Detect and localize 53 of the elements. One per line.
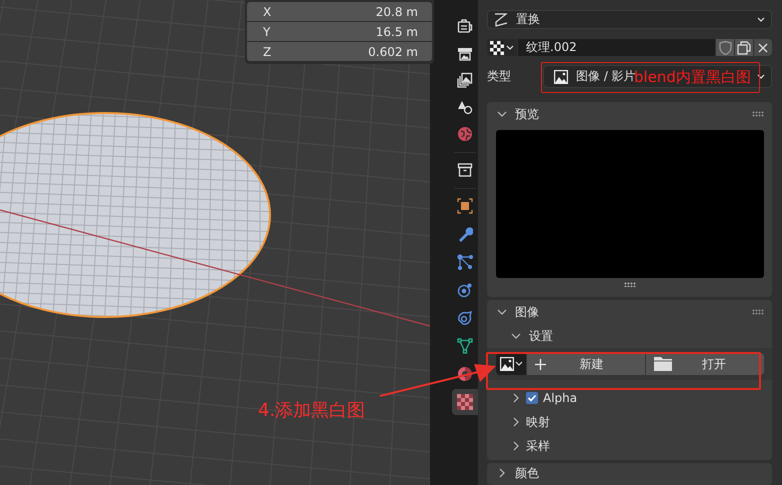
unlink-button[interactable] [754, 39, 772, 56]
image-icon [554, 70, 568, 84]
type-label: 类型 [487, 68, 512, 85]
displace-icon [494, 12, 508, 26]
triangle-mesh-icon [457, 338, 473, 354]
object-icon [457, 198, 473, 214]
printer-icon [457, 45, 473, 61]
checkbox[interactable] [526, 392, 538, 404]
globe-icon [457, 126, 473, 142]
transform-field[interactable]: X 20.8 m [247, 2, 432, 21]
close-icon [758, 42, 768, 52]
folder-icon [654, 357, 672, 371]
box-icon [457, 162, 473, 178]
image-browse-button[interactable] [496, 353, 526, 375]
subpanel-header[interactable]: 采样 [487, 434, 772, 458]
chevron-down-icon [506, 44, 514, 50]
annotation-note: 4.添加黑白图 [258, 399, 366, 422]
checker-icon [490, 40, 504, 54]
material-sphere-icon [457, 366, 473, 382]
shield-icon [718, 40, 732, 54]
settings-header[interactable]: 设置 [487, 324, 772, 348]
plus-icon [535, 358, 546, 370]
transform-field[interactable]: Z 0.602 m [247, 42, 432, 61]
copy-icon [737, 40, 751, 54]
constraint-icon [457, 310, 473, 326]
drag-handle-icon[interactable] [752, 111, 764, 117]
checker-texture-icon [457, 394, 473, 410]
texture-name-field[interactable]: 纹理.002 [518, 39, 715, 56]
color-header[interactable]: 颜色 [487, 463, 772, 483]
modifier-type-dropdown[interactable]: 置换 [487, 10, 772, 29]
preview-header[interactable]: 预览 [487, 102, 772, 126]
chevron-down-icon [757, 16, 765, 22]
image-stack-icon [457, 72, 473, 88]
chevron-down-icon [757, 74, 765, 80]
texture-browse-button[interactable] [487, 39, 517, 56]
particles-icon [457, 254, 473, 270]
physics-icon [457, 282, 473, 298]
subpanel-header[interactable]: 映射 [487, 410, 772, 434]
open-button[interactable]: 打开 [646, 353, 764, 375]
wrench-icon [457, 226, 473, 242]
tool-icon [457, 18, 473, 34]
annotation-note: blend内置黑白图 [634, 68, 751, 87]
new-button[interactable]: 新建 [527, 353, 645, 375]
drag-handle-icon[interactable] [752, 309, 764, 315]
image-header[interactable]: 图像 [487, 300, 772, 324]
duplicate-button[interactable] [735, 39, 753, 56]
image-icon [500, 357, 514, 371]
transform-field[interactable]: Y 16.5 m [247, 22, 432, 41]
resize-handle-icon[interactable] [624, 282, 636, 287]
fake-user-button[interactable] [716, 39, 734, 56]
subpanel-header[interactable]: Alpha [487, 386, 772, 410]
scene-icon [457, 99, 473, 115]
chevron-down-icon [514, 361, 522, 367]
